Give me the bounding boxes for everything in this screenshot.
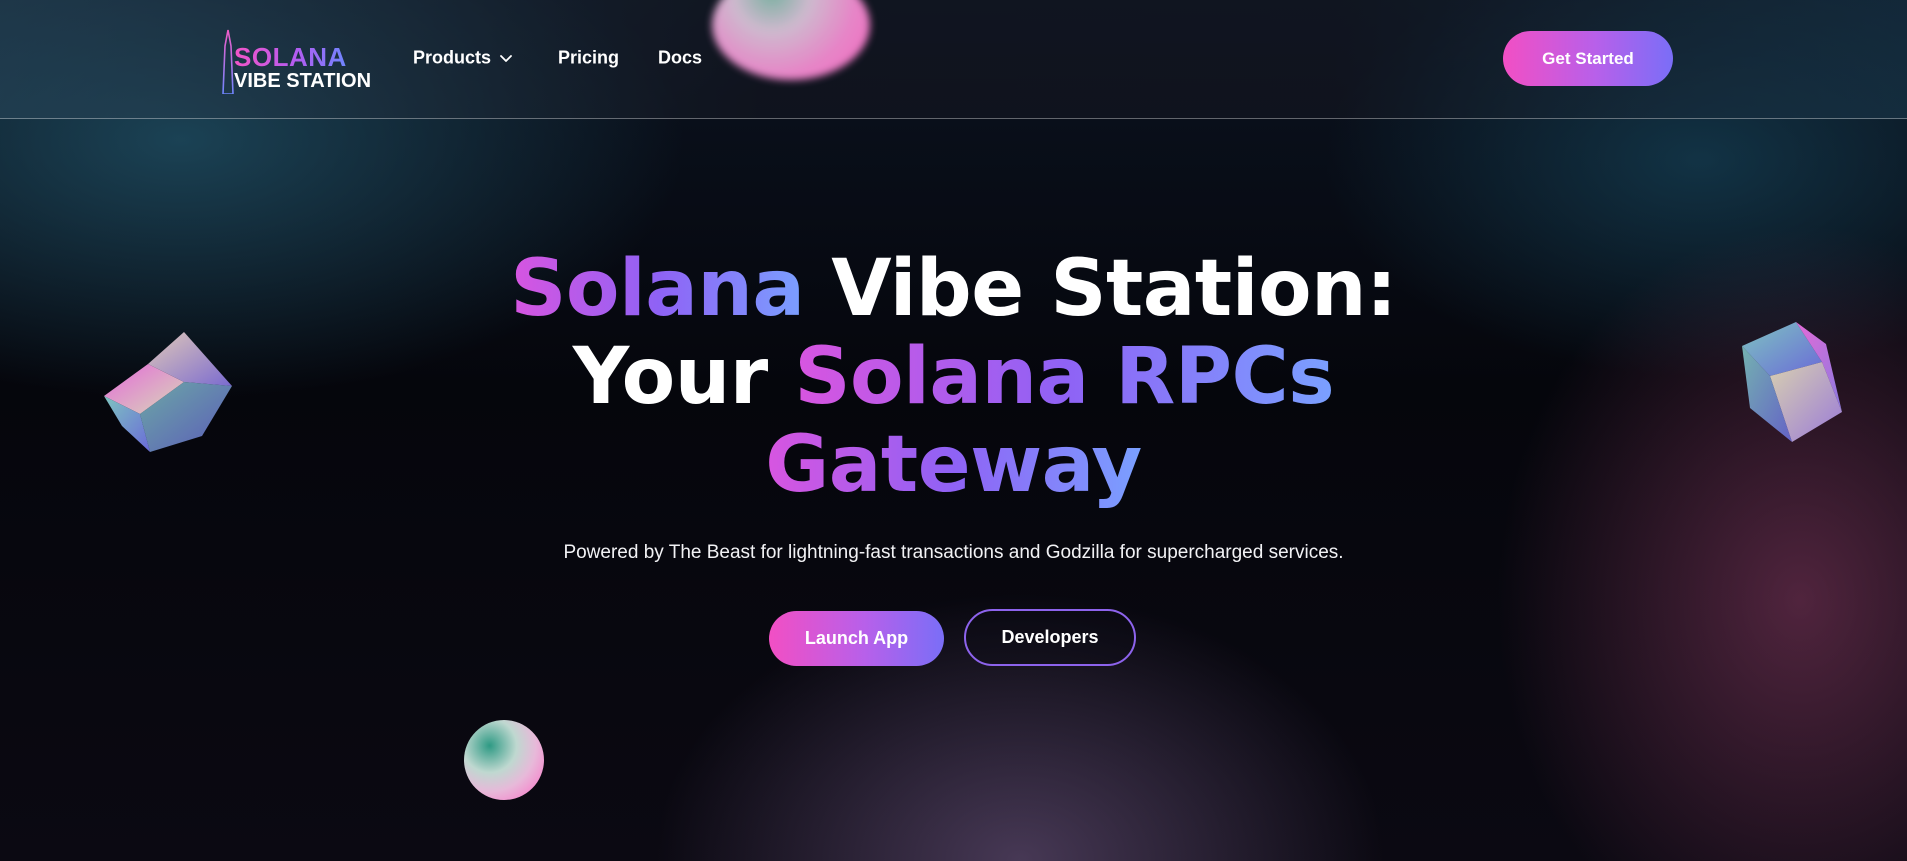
hero-title-text-2: Your — [572, 332, 795, 422]
nav-docs[interactable]: Docs — [658, 48, 702, 69]
site-header: SOLANA VIBE STATION Products Pricing Doc… — [0, 0, 1907, 119]
get-started-label: Get Started — [1542, 48, 1634, 68]
brand-logo[interactable]: SOLANA VIBE STATION — [222, 22, 372, 94]
logo-wordmark-solana: SOLANA — [234, 42, 347, 72]
developers-button[interactable]: Developers — [964, 609, 1136, 666]
nav-docs-label: Docs — [658, 47, 703, 68]
hero-title-accent-3: Gateway — [765, 420, 1142, 510]
launch-app-label: Launch App — [804, 628, 909, 648]
hero-title-accent-2: Solana RPCs — [794, 332, 1335, 422]
hero-title-accent-1: Solana — [510, 244, 805, 334]
logo-wordmark-vibe-station: VIBE STATION — [234, 70, 372, 92]
hero-title: Solana Vibe Station: Your Solana RPCs Ga… — [0, 245, 1907, 509]
hero-title-text-1: Vibe Station: — [804, 244, 1397, 334]
chevron-down-icon — [500, 54, 512, 62]
launch-app-button[interactable]: Launch App — [769, 611, 944, 666]
orb-decoration-bottom — [464, 720, 544, 800]
nav-pricing-label: Pricing — [558, 47, 620, 68]
developers-label: Developers — [1001, 627, 1099, 647]
nav-products-label: Products — [413, 47, 492, 68]
nav-pricing[interactable]: Pricing — [558, 48, 619, 69]
get-started-button[interactable]: Get Started — [1503, 31, 1673, 86]
hero-subtitle: Powered by The Beast for lightning-fast … — [563, 542, 1344, 563]
nav-products[interactable]: Products — [413, 48, 513, 69]
tower-icon — [222, 22, 234, 94]
